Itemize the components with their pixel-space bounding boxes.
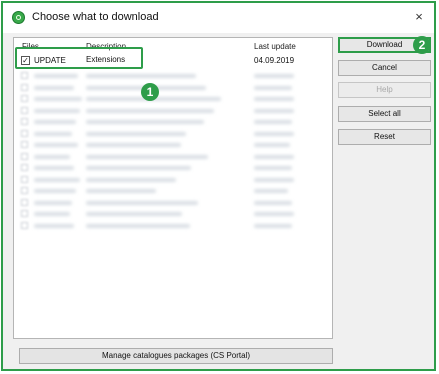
file-list[interactable]: Files Description Last update ✓ UPDATE E… <box>13 37 333 339</box>
blurred-row-checkbox <box>21 118 28 125</box>
blurred-row-checkbox <box>21 198 28 206</box>
blurred-file-name <box>34 108 80 113</box>
manage-catalogues-button[interactable]: Manage catalogues packages (CS Portal) <box>19 348 333 364</box>
blurred-date <box>254 212 294 216</box>
blurred-date <box>254 131 294 136</box>
blurred-row-checkbox <box>21 72 28 79</box>
blurred-file-name <box>34 223 74 228</box>
column-header-last-update[interactable]: Last update <box>254 42 296 51</box>
blurred-description <box>86 189 156 193</box>
blurred-date <box>254 166 292 170</box>
blurred-list-row[interactable] <box>14 185 332 197</box>
blurred-date <box>254 200 292 205</box>
blurred-file-name <box>34 131 72 136</box>
blurred-file-name <box>34 212 70 216</box>
blurred-date <box>254 74 294 78</box>
blurred-row-checkbox <box>21 152 28 160</box>
blurred-file-name <box>34 97 82 101</box>
blurred-list-row[interactable] <box>14 162 332 174</box>
blurred-description <box>86 200 198 205</box>
close-icon[interactable]: × <box>412 9 426 24</box>
blurred-description <box>86 108 214 113</box>
blurred-list-row[interactable] <box>14 105 332 117</box>
app-icon <box>12 11 25 24</box>
last-update-cell: 04.09.2019 <box>254 56 295 65</box>
blurred-description <box>86 223 190 228</box>
select-all-button[interactable]: Select all <box>338 106 431 122</box>
blurred-file-name <box>34 166 74 170</box>
blurred-date <box>254 97 294 101</box>
blurred-row-checkbox <box>21 175 28 183</box>
blurred-file-name <box>34 85 74 90</box>
blurred-file-name <box>34 74 78 78</box>
blurred-file-name <box>34 189 76 193</box>
annotation-marker-1: 1 <box>141 83 159 101</box>
blurred-list-row[interactable] <box>14 70 332 82</box>
blurred-row-checkbox <box>21 141 28 148</box>
annotation-marker-2: 2 <box>413 36 431 54</box>
blurred-date <box>254 108 294 113</box>
blurred-description <box>86 212 182 216</box>
help-button[interactable]: Help <box>338 82 431 98</box>
blurred-description <box>86 74 196 78</box>
blurred-date <box>254 143 290 147</box>
blurred-file-name <box>34 120 76 124</box>
blurred-list-row[interactable] <box>14 139 332 151</box>
blurred-list-row[interactable] <box>14 208 332 220</box>
blurred-date <box>254 120 292 124</box>
annotation-highlight-update-row <box>15 47 143 69</box>
blurred-row-checkbox <box>21 187 28 194</box>
blurred-list-row[interactable] <box>14 93 332 105</box>
blurred-list-row[interactable] <box>14 82 332 94</box>
blurred-description <box>86 154 208 159</box>
blurred-date <box>254 223 292 228</box>
blurred-list-row[interactable] <box>14 151 332 163</box>
title-bar: Choose what to download × <box>3 3 434 33</box>
blurred-list-row[interactable] <box>14 174 332 186</box>
cancel-button[interactable]: Cancel <box>338 60 431 76</box>
blurred-row-checkbox <box>21 83 28 91</box>
blurred-date <box>254 177 294 182</box>
blurred-list-row[interactable] <box>14 128 332 140</box>
blurred-list-row[interactable] <box>14 116 332 128</box>
blurred-date <box>254 154 294 159</box>
blurred-list-row[interactable] <box>14 197 332 209</box>
blurred-description <box>86 177 176 182</box>
blurred-row-checkbox <box>21 221 28 229</box>
blurred-description <box>86 143 181 147</box>
blurred-description <box>86 131 186 136</box>
blurred-file-name <box>34 143 78 147</box>
blurred-description <box>86 166 191 170</box>
reset-button[interactable]: Reset <box>338 129 431 145</box>
blurred-file-name <box>34 200 72 205</box>
blurred-file-name <box>34 154 70 159</box>
blurred-row-checkbox <box>21 164 28 171</box>
blurred-list-row[interactable] <box>14 220 332 232</box>
blurred-row-checkbox <box>21 210 28 217</box>
blurred-date <box>254 85 292 90</box>
blurred-row-checkbox <box>21 129 28 137</box>
blurred-row-checkbox <box>21 106 28 114</box>
blurred-date <box>254 189 288 193</box>
blurred-description <box>86 120 204 124</box>
window-title: Choose what to download <box>32 11 159 23</box>
blurred-row-checkbox <box>21 95 28 102</box>
blurred-file-name <box>34 177 80 182</box>
